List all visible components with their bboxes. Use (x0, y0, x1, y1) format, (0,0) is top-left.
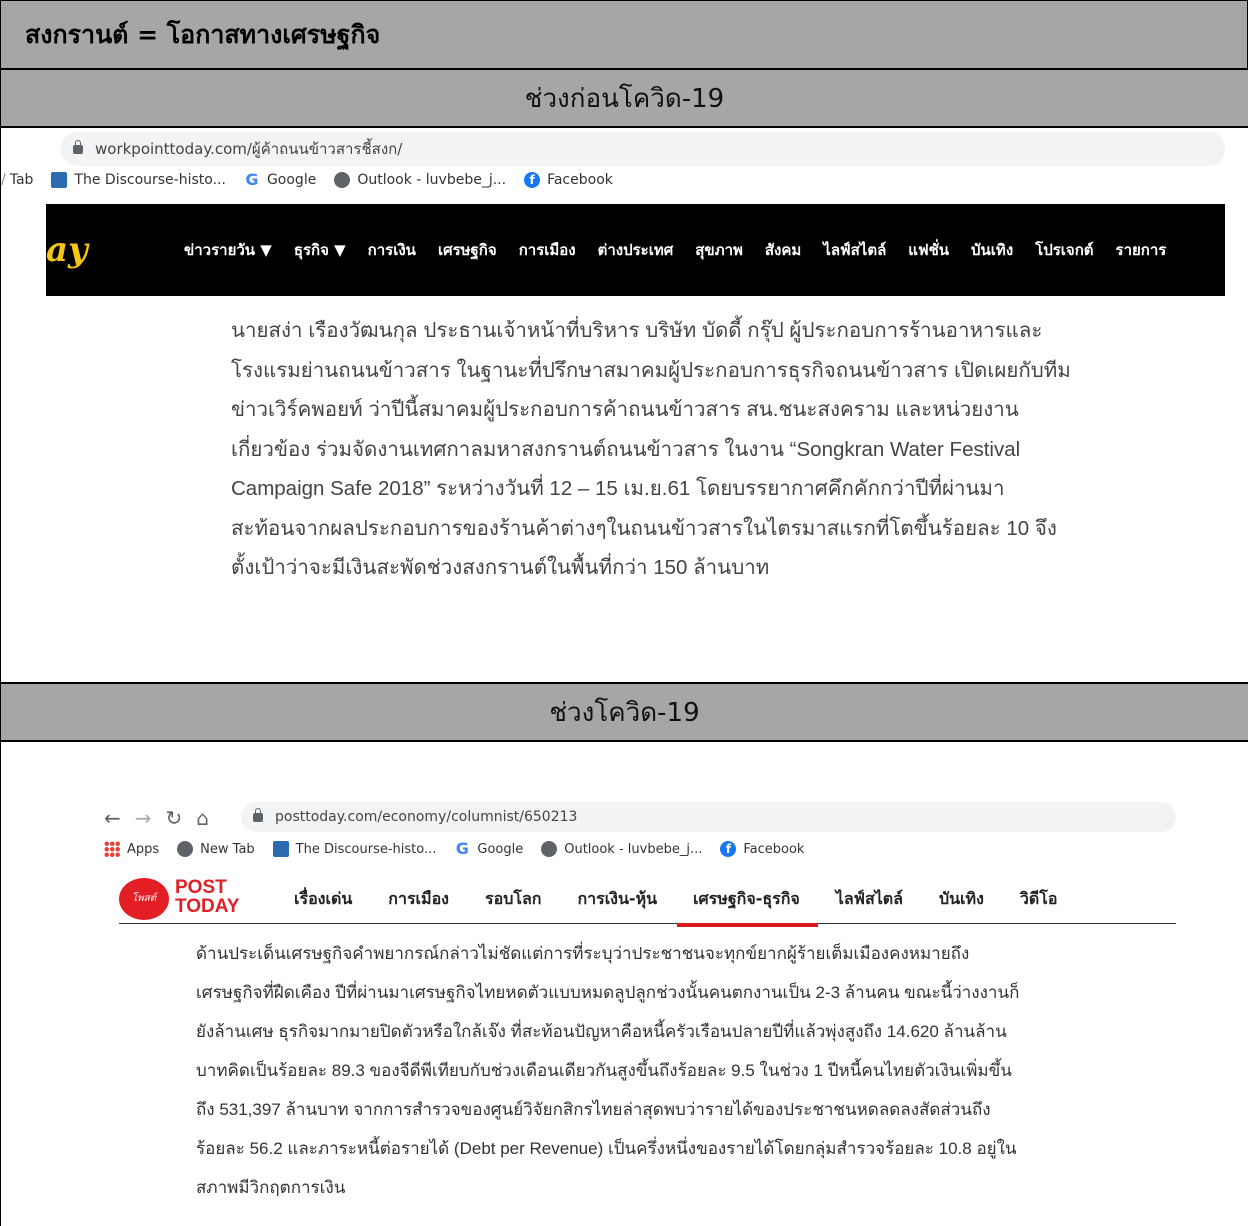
posttoday-logo-text: POST TODAY (175, 877, 240, 917)
url-text: posttoday.com/economy/columnist/650213 (275, 809, 578, 825)
globe-icon (541, 841, 558, 857)
bookmark-item[interactable]: f Facebook (524, 172, 613, 188)
nav-item[interactable]: ธุรกิจ ▼ (294, 238, 346, 262)
nav-item[interactable]: สุขภาพ (695, 238, 743, 262)
google-icon: G (245, 170, 259, 189)
article-line: ร้อยละ 56.2 และภาระหนี้ต่อรายได้ (Debt p… (196, 1139, 1017, 1158)
apps-icon (104, 841, 120, 857)
nav-item[interactable]: ไลฟ์สไตล์ (836, 887, 903, 912)
nav-item[interactable]: รอบโลก (485, 887, 541, 912)
nav-item[interactable]: ข่าวรายวัน ▼ (184, 238, 272, 262)
nav-item[interactable]: โปรเจกต์ (1035, 238, 1093, 262)
posttoday-nav-items: เรื่องเด่น การเมือง รอบโลก การเงิน-หุ้น … (294, 887, 1093, 927)
nav-item[interactable]: ไลฟ์สไตล์ (823, 238, 886, 262)
article-line: โรงแรมย่านถนนข้าวสาร ในฐานะที่ปรึกษาสมาค… (231, 358, 1071, 382)
section2-header-text: ช่วงโควิด-19 (549, 697, 700, 728)
posttoday-logo[interactable]: โพสต์ POST TODAY (119, 875, 259, 923)
section1-screenshot: workpointtoday.com/ผู้ค้าถนนข้าวสารชี้สง… (0, 128, 1248, 682)
workpoint-nav-items: ข่าวรายวัน ▼ ธุรกิจ ▼ การเงิน เศรษฐกิจ ก… (184, 238, 1188, 262)
nav-item[interactable]: การเงิน-หุ้น (577, 887, 657, 912)
address-bar[interactable]: workpointtoday.com/ผู้ค้าถนนข้าวสารชี้สง… (61, 132, 1225, 166)
workpoint-logo[interactable]: ay (46, 230, 88, 270)
lock-icon (73, 139, 83, 154)
nav-item[interactable]: รายการ (1116, 238, 1167, 262)
globe-icon (177, 841, 194, 857)
section1-header-text: ช่วงก่อนโควิด-19 (524, 83, 725, 114)
article-line: Campaign Safe 2018” ระหว่างวันที่ 12 – 1… (231, 477, 1005, 500)
article-line: เศรษฐกิจที่ฝืดเคือง ปีที่ผ่านมาเศรษฐกิจไ… (196, 983, 1020, 1002)
article-line: ด้านประเด็นเศรษฐกิจคำพยากรณ์กล่าวไม่ชัดแ… (196, 944, 970, 963)
nav-item[interactable]: บันเทิง (939, 887, 984, 912)
nav-item[interactable]: บันเทิง (971, 238, 1013, 262)
document-page: สงกรานต์ = โอกาสทางเศรษฐกิจ ช่วงก่อนโควิ… (0, 0, 1248, 1226)
back-icon[interactable]: ← (104, 806, 121, 830)
article-line: ยังล้านเศษ ธุรกิจมากมายปิดตัวหรือใกล้เจ๊… (196, 1022, 1007, 1041)
nav-item[interactable]: การเมือง (519, 238, 576, 262)
workpoint-navbar: ay ข่าวรายวัน ▼ ธุรกิจ ▼ การเงิน เศรษฐกิ… (46, 204, 1225, 296)
article-line: ข่าวเวิร์คพอยท์ ว่าปีนี้สมาคมผู้ประกอบกา… (231, 398, 1019, 421)
bookmark-item[interactable]: The Discourse-histo... (51, 172, 226, 188)
lock-icon (253, 807, 263, 822)
article-line: เกี่ยวข้อง ร่วมจัดงานเทศกาลมหาสงกรานต์ถน… (231, 437, 1021, 461)
section1-header: ช่วงก่อนโควิด-19 (0, 70, 1248, 128)
discourse-icon (272, 841, 289, 857)
facebook-icon: f (720, 841, 737, 857)
article-text: ด้านประเด็นเศรษฐกิจคำพยากรณ์กล่าวไม่ชัดแ… (196, 934, 1096, 1207)
bookmark-item[interactable]: G Google (454, 841, 523, 857)
nav-item[interactable]: การเงิน (368, 238, 416, 262)
reload-icon[interactable]: ↻ (166, 806, 183, 830)
bookmark-item[interactable]: Outlook - luvbebe_j... (334, 172, 506, 188)
article-line: ตั้งเป้าว่าจะมีเงินสะพัดช่วงสงกรานต์ในพื… (231, 556, 770, 579)
nav-item[interactable]: เศรษฐกิจ (438, 238, 497, 262)
article-line: นายสง่า เรืองวัฒนกุล ประธานเจ้าหน้าที่บร… (231, 319, 1043, 342)
forward-icon[interactable]: → (135, 806, 152, 830)
address-bar[interactable]: posttoday.com/economy/columnist/650213 (241, 802, 1176, 832)
document-title: สงกรานต์ = โอกาสทางเศรษฐกิจ (25, 19, 381, 49)
section2-screenshot: ← → ↻ ⌂ posttoday.com/economy/columnist/… (0, 742, 1248, 1226)
article-line: ถึง 531,397 ล้านบาท จากการสำรวจของศูนย์ว… (196, 1100, 991, 1119)
section2-header: ช่วงโควิด-19 (0, 682, 1248, 742)
nav-item[interactable]: สังคม (765, 238, 801, 262)
document-title-row: สงกรานต์ = โอกาสทางเศรษฐกิจ (0, 0, 1248, 70)
posttoday-logo-badge: โพสต์ (119, 878, 169, 920)
url-text: workpointtoday.com/ผู้ค้าถนนข้าวสารชี้สง… (95, 140, 403, 158)
bookmark-item[interactable]: / Tab (1, 172, 33, 188)
nav-item[interactable]: การเมือง (388, 887, 449, 912)
facebook-icon: f (524, 172, 541, 188)
google-icon: G (455, 839, 469, 858)
browser-nav-buttons: ← → ↻ ⌂ (104, 806, 209, 830)
article-text: นายสง่า เรืองวัฒนกุล ประธานเจ้าหน้าที่บร… (231, 311, 1131, 588)
bookmarks-bar: / Tab The Discourse-histo... G Google Outl… (1, 172, 631, 188)
article-line: บาทคิดเป็นร้อยละ 89.3 ของจีดีพีเทียบกับช… (196, 1061, 1012, 1080)
discourse-icon (51, 172, 68, 188)
home-icon[interactable]: ⌂ (196, 806, 209, 830)
nav-item[interactable]: วิดีโอ (1020, 887, 1058, 912)
posttoday-navbar: โพสต์ POST TODAY เรื่องเด่น การเมือง รอบ… (119, 875, 1176, 927)
bookmarks-bar: Apps New Tab The Discourse-histo... G Goo… (104, 841, 822, 857)
bookmark-item[interactable]: G Google (244, 170, 316, 189)
nav-item[interactable]: แฟชั่น (908, 238, 949, 262)
article-line: สะท้อนจากผลประกอบการของร้านค้าต่างๆในถนน… (231, 516, 1057, 540)
nav-item-active[interactable]: เศรษฐกิจ-ธุรกิจ (677, 887, 818, 927)
bookmark-item[interactable]: Outlook - luvbebe_j... (541, 841, 702, 857)
bookmark-item[interactable]: f Facebook (720, 841, 804, 857)
article-line: สภาพมีวิกฤตการเงิน (196, 1178, 346, 1197)
nav-item[interactable]: เรื่องเด่น (294, 887, 352, 912)
bookmark-item[interactable]: New Tab (177, 841, 255, 857)
globe-icon (334, 172, 351, 188)
bookmark-item[interactable]: The Discourse-histo... (272, 841, 436, 857)
nav-item[interactable]: ต่างประเทศ (598, 238, 674, 262)
bookmark-item[interactable]: Apps (104, 841, 159, 857)
